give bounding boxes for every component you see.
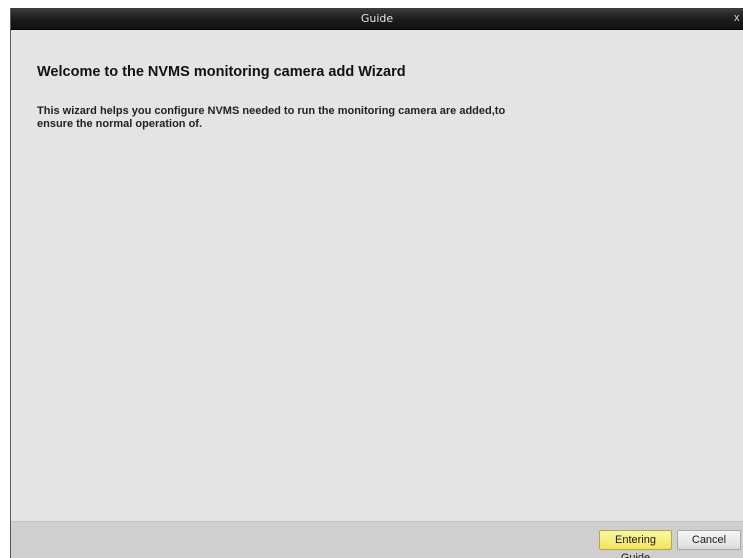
- title-bar: Guide x: [11, 8, 743, 30]
- guide-dialog: Guide x Welcome to the NVMS monitoring c…: [10, 8, 743, 558]
- window-title: Guide: [360, 12, 394, 25]
- wizard-description: This wizard helps you configure NVMS nee…: [37, 105, 506, 130]
- dialog-footer: Entering Guide Cancel: [11, 521, 743, 558]
- wizard-heading: Welcome to the NVMS monitoring camera ad…: [37, 64, 406, 80]
- cancel-button[interactable]: Cancel: [677, 530, 741, 550]
- close-button[interactable]: x: [734, 8, 743, 29]
- entering-guide-button[interactable]: Entering Guide: [599, 530, 672, 558]
- wizard-content: Welcome to the NVMS monitoring camera ad…: [11, 30, 743, 521]
